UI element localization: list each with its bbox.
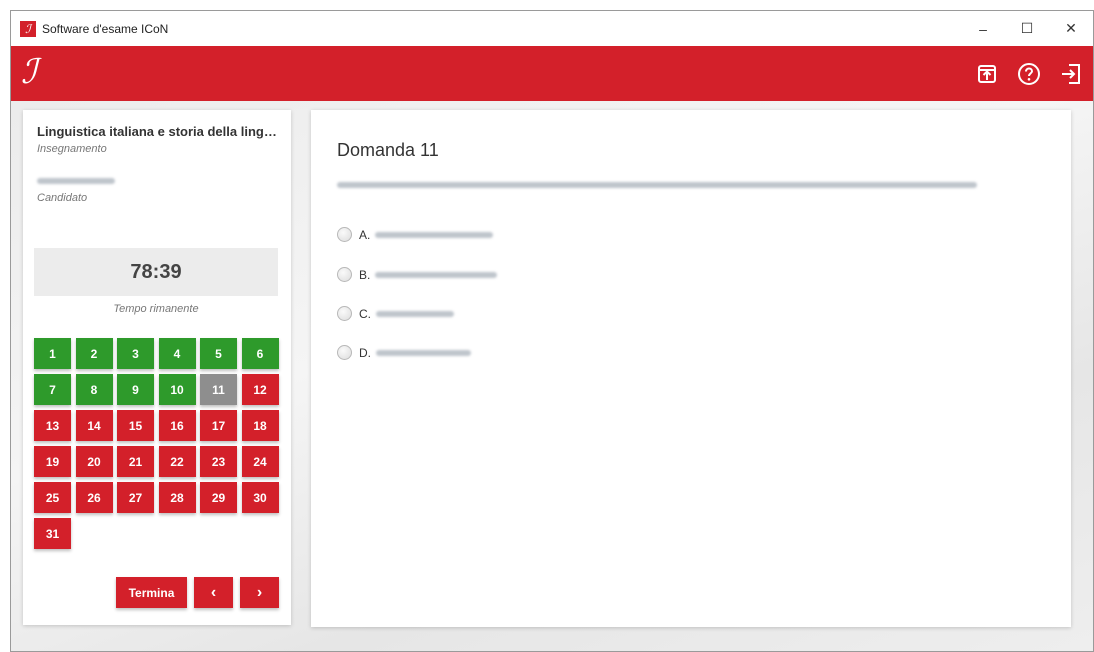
option-c-text-redacted [376, 310, 454, 317]
option-d[interactable]: D. [337, 345, 471, 360]
question-button-31[interactable]: 31 [34, 518, 71, 549]
maximize-button[interactable]: ☐ [1005, 11, 1049, 46]
upload-icon[interactable] [971, 58, 1003, 90]
question-grid: 1 2 3 4 5 6 7 8 9 10 11 12 13 14 15 16 17 18 19 20 21 22 23 24 2… [34, 338, 284, 549]
candidate-name-redacted [37, 178, 115, 184]
course-label: Insegnamento [37, 143, 107, 155]
option-c[interactable]: C. [337, 306, 454, 321]
app-logo-icon: ℐ [20, 20, 36, 37]
option-b-text-redacted [375, 271, 498, 278]
radio-a[interactable] [337, 227, 352, 242]
option-a-text-redacted [375, 231, 494, 238]
question-button-20[interactable]: 20 [75, 446, 113, 477]
question-text-redacted [337, 182, 977, 189]
exit-icon[interactable] [1055, 58, 1087, 90]
question-button-2[interactable]: 2 [75, 338, 113, 369]
question-button-13[interactable]: 13 [34, 410, 71, 441]
exam-sidebar: Linguistica italiana e storia della ling… [23, 110, 291, 625]
question-button-23[interactable]: 23 [200, 446, 237, 477]
navigation-controls: Termina ‹ › [116, 577, 279, 608]
question-button-7[interactable]: 7 [34, 374, 71, 405]
question-button-25[interactable]: 25 [34, 482, 71, 513]
option-d-text-redacted [376, 349, 471, 356]
window-title: Software d'esame ICoN [42, 21, 169, 36]
radio-d[interactable] [337, 345, 352, 360]
question-title: Domanda 11 [337, 140, 439, 160]
minimize-button[interactable]: – [961, 11, 1005, 46]
radio-c[interactable] [337, 306, 352, 321]
timer-display: 78:39 [34, 248, 278, 296]
radio-b[interactable] [337, 267, 352, 282]
question-button-10[interactable]: 10 [158, 374, 196, 405]
app-header: ℐ [11, 46, 1093, 101]
next-button[interactable]: › [240, 577, 279, 608]
question-button-6[interactable]: 6 [241, 338, 279, 369]
question-button-30[interactable]: 30 [241, 482, 279, 513]
question-button-9[interactable]: 9 [117, 374, 154, 405]
question-button-18[interactable]: 18 [241, 410, 279, 441]
question-button-26[interactable]: 26 [75, 482, 113, 513]
window-controls: – ☐ ✕ [961, 11, 1093, 46]
option-c-letter: C. [359, 306, 371, 321]
previous-button[interactable]: ‹ [194, 577, 233, 608]
question-button-17[interactable]: 17 [200, 410, 237, 441]
question-button-12[interactable]: 12 [241, 374, 279, 405]
help-icon[interactable] [1013, 58, 1045, 90]
question-button-4[interactable]: 4 [158, 338, 196, 369]
question-button-5[interactable]: 5 [200, 338, 237, 369]
question-button-24[interactable]: 24 [241, 446, 279, 477]
window-titlebar: ℐ Software d'esame ICoN – ☐ ✕ [11, 11, 1093, 46]
finish-button[interactable]: Termina [116, 577, 187, 608]
question-button-22[interactable]: 22 [158, 446, 196, 477]
option-d-letter: D. [359, 345, 371, 360]
question-button-16[interactable]: 16 [158, 410, 196, 441]
question-button-19[interactable]: 19 [34, 446, 71, 477]
question-button-29[interactable]: 29 [200, 482, 237, 513]
timer-caption: Tempo rimanente [113, 303, 199, 315]
question-text-blur [337, 182, 977, 188]
question-button-8[interactable]: 8 [75, 374, 113, 405]
close-button[interactable]: ✕ [1049, 11, 1093, 46]
candidate-label: Candidato [37, 192, 88, 204]
brand-logo-icon: ℐ [21, 52, 37, 92]
question-button-27[interactable]: 27 [117, 482, 154, 513]
question-button-15[interactable]: 15 [117, 410, 154, 441]
option-b[interactable]: B. [337, 267, 498, 282]
option-b-letter: B. [359, 267, 371, 282]
question-panel: Domanda 11 A. B. C. D. [311, 110, 1071, 627]
option-a-letter: A. [359, 227, 371, 242]
question-button-21[interactable]: 21 [117, 446, 154, 477]
course-title: Linguistica italiana e storia della ling… [37, 124, 282, 139]
option-a[interactable]: A. [337, 227, 494, 242]
question-button-11[interactable]: 11 [200, 374, 237, 405]
question-button-1[interactable]: 1 [34, 338, 71, 369]
header-actions [971, 58, 1087, 90]
question-button-28[interactable]: 28 [158, 482, 196, 513]
question-button-14[interactable]: 14 [75, 410, 113, 441]
question-button-3[interactable]: 3 [117, 338, 154, 369]
